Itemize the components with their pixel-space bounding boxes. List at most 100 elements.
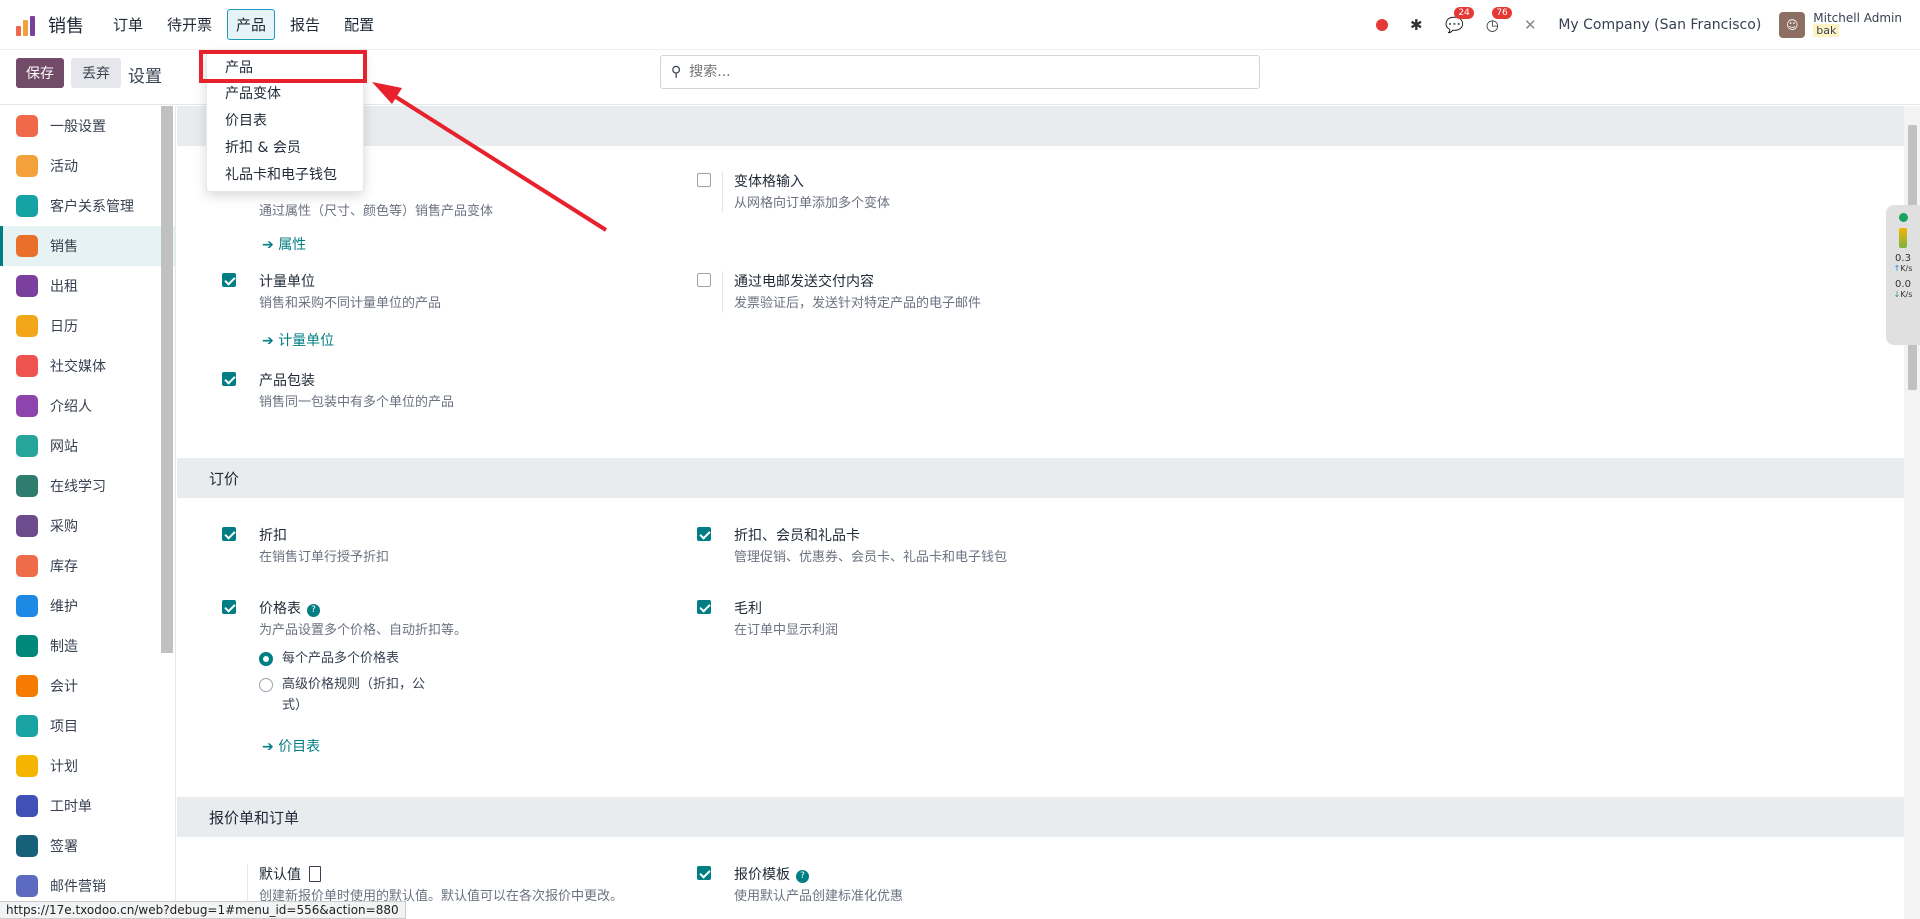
menu-orders[interactable]: 订单 xyxy=(104,9,152,40)
save-button[interactable]: 保存 xyxy=(16,58,64,88)
messages-icon[interactable]: 💬 24 xyxy=(1444,6,1474,35)
avatar: ☺ xyxy=(1779,11,1806,38)
app-title[interactable]: 销售 xyxy=(48,12,84,38)
radio-advanced-pricelist[interactable] xyxy=(259,678,273,692)
user-name: Mitchell Admin xyxy=(1813,11,1902,25)
quotation-templates-checkbox[interactable] xyxy=(697,866,711,880)
sidebar-item[interactable]: 项目 xyxy=(0,706,175,746)
download-speed: 0.0 xyxy=(1895,279,1911,290)
menu-to-invoice[interactable]: 待开票 xyxy=(158,9,221,40)
loyalty-title: 折扣、会员和礼品卡 xyxy=(734,528,860,544)
social-icon xyxy=(16,355,38,377)
pricelist-checkbox[interactable] xyxy=(222,600,236,614)
email-delivery-checkbox[interactable] xyxy=(697,273,711,287)
margin-title: 毛利 xyxy=(734,601,762,617)
inventory-icon xyxy=(16,555,38,577)
margin-desc: 在订单中显示利润 xyxy=(734,623,839,638)
sidebar-item[interactable]: 邮件营销 xyxy=(0,866,175,906)
menu-configuration[interactable]: 配置 xyxy=(335,9,383,40)
discount-checkbox[interactable] xyxy=(222,527,236,541)
sidebar-item[interactable]: 日历 xyxy=(0,306,175,346)
uom-checkbox[interactable] xyxy=(222,273,236,287)
sidebar-item-label: 销售 xyxy=(50,239,78,255)
crm-icon xyxy=(16,195,38,217)
user-menu[interactable]: ☺ Mitchell Admin bak xyxy=(1779,11,1902,38)
sidebar-item[interactable]: 维护 xyxy=(0,586,175,626)
sidebar-scrollbar[interactable] xyxy=(161,106,173,653)
search-input[interactable] xyxy=(689,64,1210,80)
uom-link[interactable]: ➔ 计量单位 xyxy=(262,330,334,350)
sidebar-item[interactable]: 采购 xyxy=(0,506,175,546)
dropdown-item-gift-cards[interactable]: 礼品卡和电子钱包 xyxy=(225,164,337,184)
timesheet-icon xyxy=(16,795,38,817)
variant-grid-desc: 从网格向订单添加多个变体 xyxy=(734,196,891,211)
company-switcher[interactable]: My Company (San Francisco) xyxy=(1558,17,1761,33)
record-icon[interactable] xyxy=(1376,18,1389,31)
packaging-checkbox[interactable] xyxy=(222,372,236,386)
radio-multi-pricelist[interactable] xyxy=(259,652,273,666)
help-icon[interactable]: ? xyxy=(796,869,809,883)
general-settings-icon xyxy=(16,115,38,137)
pricelist-title: 价格表? xyxy=(259,598,320,618)
sidebar-item[interactable]: 签署 xyxy=(0,826,175,866)
discount-desc: 在销售订单行授予折扣 xyxy=(259,550,390,565)
sidebar-item[interactable]: 客户关系管理 xyxy=(0,186,175,226)
menu-reporting[interactable]: 报告 xyxy=(281,9,329,40)
variants-desc: 通过属性（尺寸、颜色等）销售产品变体 xyxy=(259,204,494,219)
page-title: 设置 xyxy=(128,67,162,87)
attributes-link[interactable]: ➔ 属性 xyxy=(262,234,306,254)
menu-products[interactable]: 产品 xyxy=(227,9,276,40)
sidebar-item-label: 网站 xyxy=(50,439,78,455)
quotation-templates-desc: 使用默认产品创建标准化优惠 xyxy=(734,889,904,904)
sidebar-item[interactable]: 网站 xyxy=(0,426,175,466)
dropdown-item-pricelists[interactable]: 价目表 xyxy=(225,110,267,130)
radio-multi-pricelist-label[interactable]: 每个产品多个价格表 xyxy=(282,648,399,669)
dropdown-item-variants[interactable]: 产品变体 xyxy=(225,83,281,103)
sidebar-item-label: 出租 xyxy=(50,279,78,295)
email-marketing-icon xyxy=(16,875,38,897)
systray: ✱ 💬 24 ◷ 76 ✕ My Company (San Francisco) ☺… xyxy=(1376,6,1920,38)
sidebar-item-label: 工时单 xyxy=(50,799,92,815)
discard-button[interactable]: 丢弃 xyxy=(71,58,121,88)
sidebar-item[interactable]: 制造 xyxy=(0,626,175,666)
sidebar-item[interactable]: 库存 xyxy=(0,546,175,586)
dropdown-item-discount-loyalty[interactable]: 折扣 & 会员 xyxy=(225,137,301,157)
variant-grid-checkbox[interactable] xyxy=(697,173,711,187)
sidebar-item[interactable]: 在线学习 xyxy=(0,466,175,506)
sidebar-item[interactable]: 社交媒体 xyxy=(0,346,175,386)
quotation-templates-title: 报价模板? xyxy=(734,864,809,884)
sidebar-item[interactable]: 工时单 xyxy=(0,786,175,826)
section-products-head xyxy=(177,106,1904,146)
network-speed-widget: 0.3 ↑K/s 0.0 ↓K/s xyxy=(1886,205,1920,345)
packaging-title: 产品包装 xyxy=(259,373,315,389)
sales-app-icon[interactable] xyxy=(16,14,38,36)
sidebar-item[interactable]: 计划 xyxy=(0,746,175,786)
annotation-highlight-box xyxy=(199,50,367,83)
arrow-right-icon: ➔ xyxy=(262,739,279,755)
variant-grid-title: 变体格输入 xyxy=(734,174,804,190)
sidebar-item[interactable]: 介绍人 xyxy=(0,386,175,426)
email-delivery-desc: 发票验证后，发送针对特定产品的电子邮件 xyxy=(734,296,982,311)
margin-checkbox[interactable] xyxy=(697,600,711,614)
database-name: bak xyxy=(1813,24,1840,37)
activities-icon[interactable]: ◷ 76 xyxy=(1482,6,1512,35)
loyalty-checkbox[interactable] xyxy=(697,527,711,541)
pricelists-link[interactable]: ➔ 价目表 xyxy=(262,736,320,756)
website-icon xyxy=(16,435,38,457)
elearning-icon xyxy=(16,475,38,497)
sidebar-item[interactable]: 一般设置 xyxy=(0,106,175,146)
search-icon: ⚲ xyxy=(671,64,682,80)
bug-icon[interactable]: ✱ xyxy=(1406,15,1426,35)
help-icon[interactable]: ? xyxy=(307,603,320,617)
sidebar-item-label: 介绍人 xyxy=(50,399,92,415)
email-delivery-title: 通过电邮发送交付内容 xyxy=(734,274,874,290)
settings-sidebar: 一般设置 活动 客户关系管理销售出租日历 社交媒体介绍人网站在线学习 采购 库存 维护 制造会… xyxy=(0,106,176,919)
sidebar-item[interactable]: 会计 xyxy=(0,666,175,706)
sidebar-item[interactable]: 活动 xyxy=(0,146,175,186)
radio-advanced-pricelist-label[interactable]: 高级价格规则（折扣，公 式） xyxy=(282,674,425,716)
sidebar-item[interactable]: 销售 xyxy=(0,226,175,266)
discount-title: 折扣 xyxy=(259,528,287,544)
tools-icon[interactable]: ✕ xyxy=(1520,15,1540,35)
search-box[interactable]: ⚲ xyxy=(660,55,1260,89)
sidebar-item[interactable]: 出租 xyxy=(0,266,175,306)
